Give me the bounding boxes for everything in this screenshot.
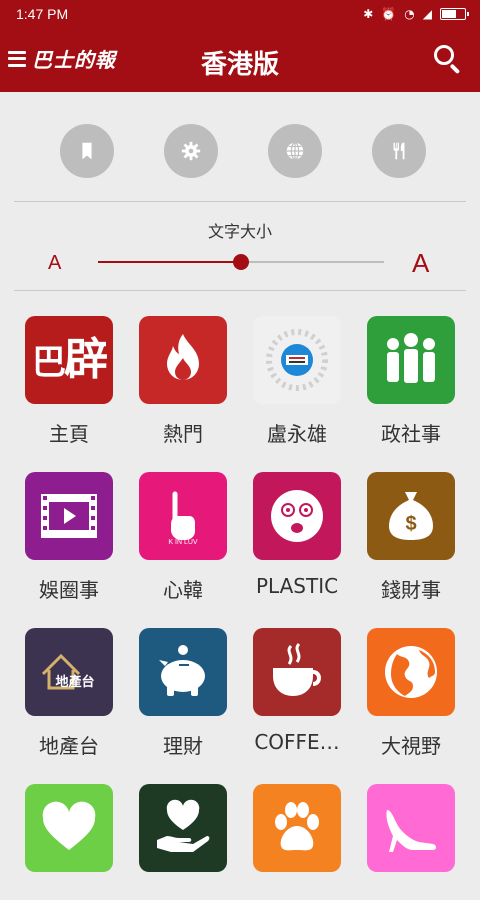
radio-icon [253, 316, 341, 404]
bookmark-button[interactable] [60, 124, 114, 178]
category-label: 政社事 [381, 422, 441, 446]
category-tile[interactable]: 大視野 [356, 628, 466, 759]
svg-text:$: $ [405, 513, 416, 535]
category-tile[interactable]: PLASTIC [242, 472, 352, 598]
alarm-icon: ⏰ [381, 7, 397, 21]
globe-button[interactable] [268, 124, 322, 178]
category-tile[interactable]: 地產台 地產台 [14, 628, 124, 759]
font-size-slider[interactable] [98, 252, 384, 272]
category-label: 理財 [163, 734, 203, 758]
category-tile[interactable]: 巴辟 主頁 [14, 316, 124, 447]
category-tile[interactable] [242, 784, 352, 872]
category-tile[interactable]: 理財 [128, 628, 238, 759]
category-tile[interactable]: $ 錢財事 [356, 472, 466, 603]
heart-hand-icon: K IN LUV [139, 472, 227, 560]
bookmark-icon [82, 142, 92, 160]
signal-icon: ◢ [422, 7, 432, 21]
category-tile[interactable]: 熱門 [128, 316, 238, 447]
settings-button[interactable] [164, 124, 218, 178]
category-label: 大視野 [381, 734, 441, 758]
category-tile[interactable]: COFFE… [242, 628, 352, 754]
paw-icon [253, 784, 341, 872]
flame-icon [139, 316, 227, 404]
wifi-icon: ◔ [404, 7, 415, 21]
category-label: PLASTIC [255, 574, 339, 598]
slider-thumb[interactable] [233, 254, 249, 270]
category-label: 主頁 [49, 422, 89, 446]
status-bar: 1:47 PM ✱ ⏰ ◔ ◢ [0, 0, 480, 30]
category-label: 娛圈事 [39, 578, 99, 602]
high-heel-icon [367, 784, 455, 872]
film-icon [25, 472, 113, 560]
heart-in-hand-icon [139, 784, 227, 872]
piggy-bank-icon [139, 628, 227, 716]
page-title: 香港版 [200, 50, 279, 80]
category-label: 心韓 [163, 578, 203, 602]
category-label: 錢財事 [381, 578, 441, 602]
divider [14, 201, 466, 202]
globe-icon [286, 142, 304, 160]
divider [14, 290, 466, 291]
status-icons: ✱ ⏰ ◔ ◢ [363, 7, 469, 21]
fork-knife-icon [393, 142, 405, 160]
restaurant-button[interactable] [372, 124, 426, 178]
status-time: 1:47 PM [16, 6, 69, 22]
bastille-logo-icon: 巴辟 [25, 316, 113, 404]
heart-icon [25, 784, 113, 872]
category-tile[interactable]: 娛圈事 [14, 472, 124, 603]
font-small-label: A [48, 252, 62, 274]
category-label: COFFE… [254, 730, 340, 754]
bluetooth-icon: ✱ [363, 7, 374, 21]
category-tile[interactable]: 政社事 [356, 316, 466, 447]
gear-icon [181, 141, 201, 161]
category-label: 盧永雄 [267, 422, 327, 446]
surprised-face-icon [253, 472, 341, 560]
badge-text: K IN LUV [168, 539, 198, 546]
globe-icon [367, 628, 455, 716]
app-bar: 巴士的報 香港版 [0, 30, 480, 92]
coffee-icon [253, 628, 341, 716]
search-icon [434, 45, 454, 65]
category-label: 熱門 [163, 422, 203, 446]
quick-actions [0, 124, 480, 178]
font-large-label: A [412, 248, 430, 278]
category-tile[interactable] [128, 784, 238, 872]
category-tile[interactable] [14, 784, 124, 872]
battery-icon [440, 8, 469, 20]
house-icon: 地產台 [25, 628, 113, 716]
font-size-label: 文字大小 [207, 222, 272, 241]
badge-text: 地產台 [55, 674, 94, 690]
category-tile[interactable]: 盧永雄 [242, 316, 352, 447]
category-tile[interactable] [356, 784, 466, 872]
search-button[interactable] [434, 45, 462, 75]
money-bag-icon: $ [367, 472, 455, 560]
category-label: 地產台 [39, 734, 99, 758]
people-icon [367, 316, 455, 404]
category-tile[interactable]: K IN LUV 心韓 [128, 472, 238, 603]
